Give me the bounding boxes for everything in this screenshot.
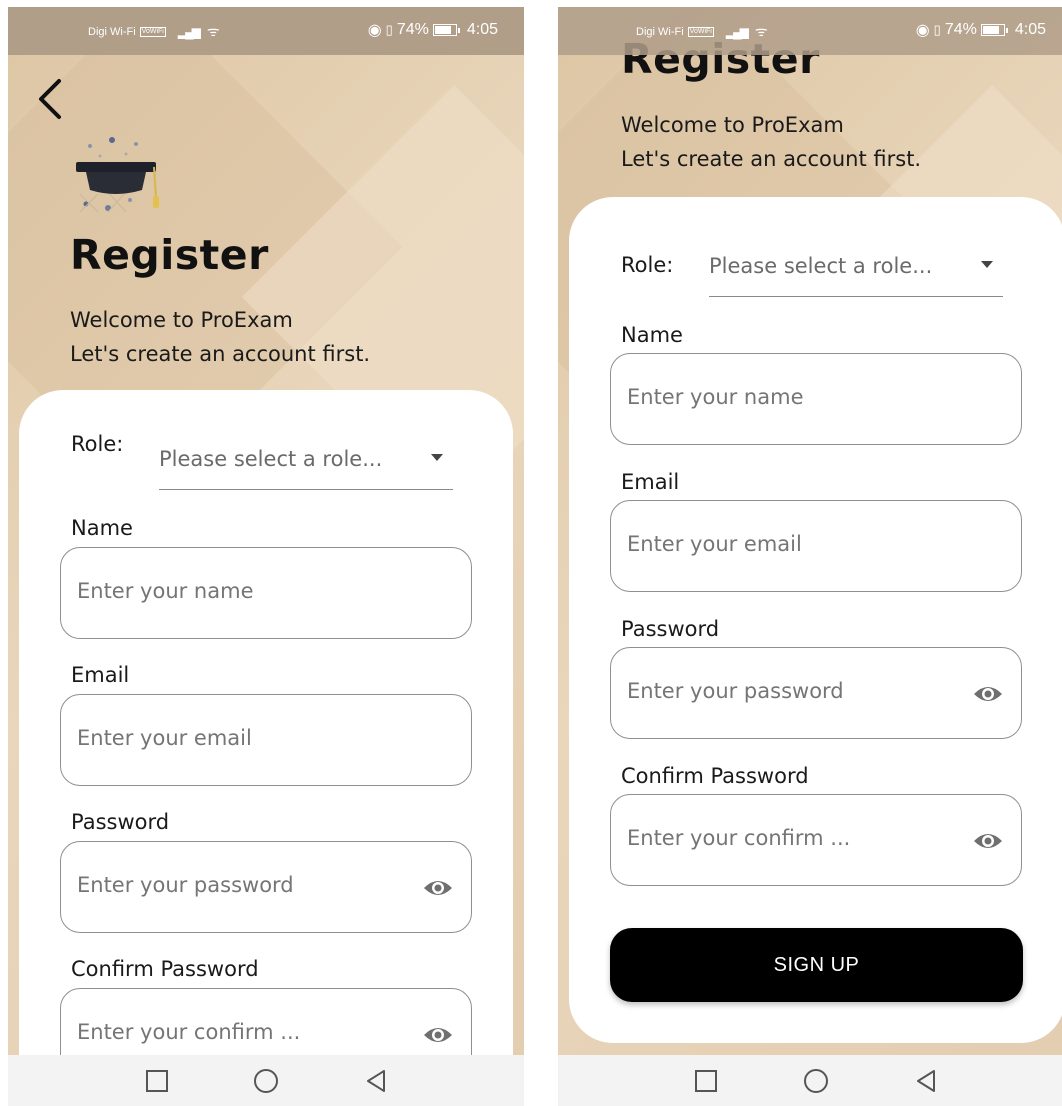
name-placeholder: Enter your name	[627, 385, 804, 409]
eye-icon[interactable]	[422, 1022, 454, 1048]
status-bar: Digi Wi-Fi VoWiFi ▂▄▆ ᯤ ◉ ▯ 74% 4:05	[558, 7, 1062, 55]
vowifi-badge: VoWiFi	[139, 26, 166, 37]
chevron-left-icon	[39, 79, 61, 119]
register-card: Role: Please select a role... Name Enter…	[569, 197, 1062, 1043]
confirm-password-placeholder: Enter your confirm ...	[627, 826, 851, 850]
page-title: Register	[70, 231, 269, 279]
back-button[interactable]	[30, 75, 70, 123]
battery-percent: 74%	[396, 21, 429, 38]
eye-icon[interactable]	[422, 875, 454, 901]
subtitle-line-1: Welcome to ProExam	[621, 113, 844, 137]
dropdown-arrow-icon	[431, 454, 443, 461]
eye-comfort-icon: ◉	[915, 22, 930, 39]
wifi-icon: ᯤ	[754, 23, 768, 39]
email-label: Email	[621, 470, 680, 494]
vowifi-badge: VoWiFi	[687, 26, 714, 37]
password-placeholder: Enter your password	[77, 873, 294, 897]
email-placeholder: Enter your email	[627, 532, 802, 556]
confirm-password-label: Confirm Password	[621, 764, 809, 788]
subtitle-line-2: Let's create an account first.	[70, 342, 371, 366]
circle-icon[interactable]	[803, 1068, 829, 1094]
password-input[interactable]: Enter your password	[60, 841, 472, 933]
password-label: Password	[621, 617, 720, 641]
role-dropdown[interactable]: Please select a role...	[709, 239, 1003, 297]
name-input[interactable]: Enter your name	[610, 353, 1022, 445]
status-left: Digi Wi-Fi VoWiFi ▂▄▆ ᯤ	[88, 22, 220, 41]
eye-comfort-icon: ◉	[367, 22, 382, 39]
name-label: Name	[621, 323, 683, 347]
circle-icon[interactable]	[253, 1068, 279, 1094]
square-icon[interactable]	[144, 1068, 170, 1094]
dropdown-arrow-icon	[981, 261, 993, 268]
vibrate-icon: ▯	[933, 22, 941, 37]
name-input[interactable]: Enter your name	[60, 547, 472, 639]
status-right: ◉ ▯ 74% 4:05	[368, 20, 498, 40]
status-left: Digi Wi-Fi VoWiFi ▂▄▆ ᯤ	[636, 22, 768, 41]
role-row: Role:	[621, 253, 673, 277]
status-right: ◉ ▯ 74% 4:05	[916, 20, 1046, 40]
triangle-back-icon[interactable]	[364, 1068, 390, 1094]
password-label: Password	[71, 810, 170, 834]
eye-icon[interactable]	[972, 828, 1004, 854]
signal-icon: ▂▄▆	[725, 24, 749, 39]
confirm-password-label: Confirm Password	[71, 957, 259, 981]
navigation-bar	[8, 1055, 524, 1106]
email-input[interactable]: Enter your email	[60, 694, 472, 786]
navigation-bar	[558, 1055, 1062, 1106]
role-dropdown-value: Please select a role...	[709, 253, 933, 278]
email-placeholder: Enter your email	[77, 726, 252, 750]
password-placeholder: Enter your password	[627, 679, 844, 703]
carrier-label: Digi Wi-Fi	[636, 25, 684, 38]
subtitle-line-1: Welcome to ProExam	[70, 308, 293, 332]
battery-percent: 74%	[944, 21, 977, 38]
role-label: Role:	[621, 253, 674, 277]
phone-screen-scrolled: Register Digi Wi-Fi VoWiFi ▂▄▆ ᯤ ◉ ▯ 74%…	[558, 7, 1062, 1106]
subtitle-line-2: Let's create an account first.	[621, 147, 922, 171]
email-label: Email	[71, 663, 130, 687]
battery-icon	[980, 24, 1008, 36]
signal-icon: ▂▄▆	[177, 24, 201, 39]
password-input[interactable]: Enter your password	[610, 647, 1022, 739]
email-input[interactable]: Enter your email	[610, 500, 1022, 592]
vibrate-icon: ▯	[385, 22, 393, 37]
role-label: Role:	[71, 432, 124, 456]
name-label: Name	[71, 516, 133, 540]
graduation-cap-icon	[76, 137, 159, 213]
register-card: Role: Please select a role... Name Enter…	[19, 390, 513, 1106]
carrier-label: Digi Wi-Fi	[88, 25, 136, 38]
phone-screen-top: Digi Wi-Fi VoWiFi ▂▄▆ ᯤ ◉ ▯ 74% 4:05 Reg…	[8, 7, 524, 1106]
role-dropdown-value: Please select a role...	[159, 446, 383, 471]
clock: 4:05	[466, 21, 498, 38]
role-dropdown[interactable]: Please select a role...	[159, 432, 453, 490]
confirm-password-input[interactable]: Enter your confirm ...	[610, 794, 1022, 886]
triangle-back-icon[interactable]	[914, 1068, 940, 1094]
eye-icon[interactable]	[972, 681, 1004, 707]
signup-button[interactable]: SIGN UP	[610, 928, 1023, 1002]
clock: 4:05	[1014, 21, 1046, 38]
role-row: Role:	[71, 432, 123, 456]
square-icon[interactable]	[693, 1068, 719, 1094]
battery-icon	[432, 24, 460, 36]
wifi-icon: ᯤ	[206, 23, 220, 39]
confirm-password-placeholder: Enter your confirm ...	[77, 1020, 301, 1044]
status-bar: Digi Wi-Fi VoWiFi ▂▄▆ ᯤ ◉ ▯ 74% 4:05	[8, 7, 524, 55]
name-placeholder: Enter your name	[77, 579, 254, 603]
